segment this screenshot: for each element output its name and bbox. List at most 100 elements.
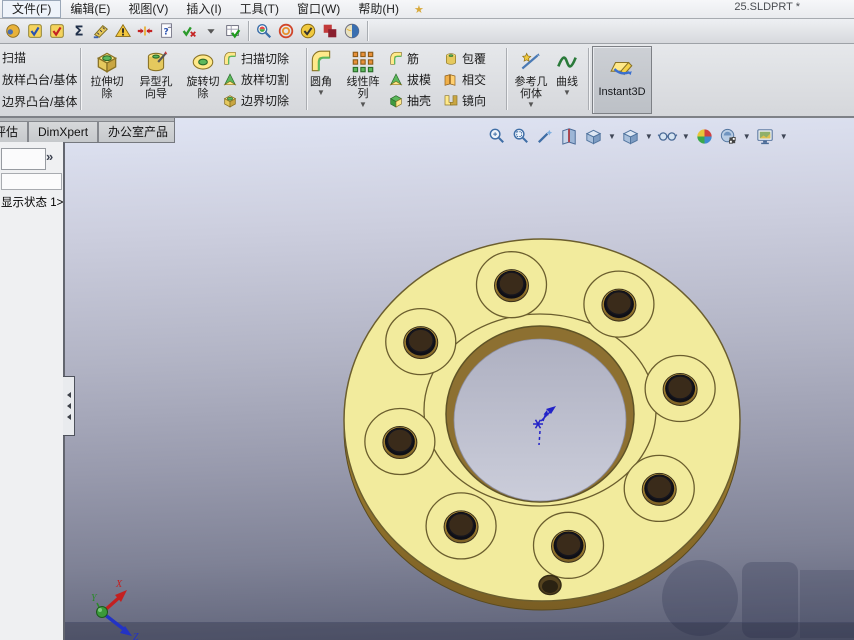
- intersect-button[interactable]: 相交: [443, 69, 486, 90]
- menu-window[interactable]: 窗口(W): [288, 1, 349, 17]
- shell-icon: [388, 93, 404, 109]
- menu-edit[interactable]: 编辑(E): [61, 1, 119, 17]
- revolved-cut-icon: [190, 49, 216, 75]
- feature-manager-panel: » 显示状态 1>: [0, 142, 65, 640]
- chevron-down-icon[interactable]: ▼: [550, 89, 584, 97]
- panel-collapse-handle[interactable]: [63, 376, 75, 436]
- chevron-down-icon[interactable]: ▼: [743, 132, 751, 141]
- tree-item-display-state[interactable]: 显示状态 1>: [1, 194, 63, 210]
- check-coin-icon[interactable]: [297, 20, 319, 42]
- fillet-button[interactable]: 圆角▼: [303, 46, 339, 114]
- menu-file[interactable]: 文件(F): [2, 0, 61, 18]
- wrap-button[interactable]: 包覆: [443, 48, 486, 69]
- boundary-cut-button[interactable]: 边界切除: [222, 90, 289, 111]
- mirror-button[interactable]: 镜向: [443, 90, 486, 111]
- menu-tools[interactable]: 工具(T): [231, 1, 288, 17]
- reference-triad: X Z Y: [80, 578, 150, 640]
- section-view-icon[interactable]: [559, 126, 580, 147]
- collapse-arrow-icon: [67, 392, 71, 398]
- swept-cut-button[interactable]: 扫描切除: [222, 48, 289, 69]
- boundary-boss-button[interactable]: 边界凸台/基体: [0, 91, 78, 113]
- command-manager: 扫描 放样凸台/基体 边界凸台/基体 拉伸切除 异型孔向导 旋转切除 扫描切除 …: [0, 44, 854, 118]
- curves-icon: [554, 49, 580, 75]
- view-orientation-icon[interactable]: [583, 126, 604, 147]
- toolbar-separator: [367, 21, 368, 41]
- instant3d-icon: [609, 56, 635, 82]
- lofted-cut-button[interactable]: 放样切割: [222, 69, 289, 90]
- rib-button[interactable]: 筋: [388, 48, 431, 69]
- reference-geometry-icon: [518, 49, 544, 75]
- shell-button[interactable]: 抽壳: [388, 90, 431, 111]
- checkbox-blue-icon[interactable]: [24, 20, 46, 42]
- render-sphere-icon[interactable]: [341, 20, 363, 42]
- chevron-down-icon[interactable]: ▼: [645, 132, 653, 141]
- reference-geometry-button[interactable]: 参考几何体 ▼: [510, 46, 552, 114]
- expand-panel-button[interactable]: »: [46, 149, 53, 164]
- chevron-down-icon[interactable]: ▼: [510, 101, 552, 109]
- chevron-down-icon[interactable]: ▼: [608, 132, 616, 141]
- extruded-cut-icon: [94, 49, 120, 75]
- gold-badge-icon[interactable]: [2, 20, 24, 42]
- cut-group: 扫描切除 放样切割 边界切除: [222, 48, 289, 111]
- dropdown-arrow-icon[interactable]: [200, 20, 222, 42]
- swept-cut-icon: [222, 51, 238, 67]
- warning-triangle-icon[interactable]: [112, 20, 134, 42]
- ribbon-separator: [506, 48, 507, 110]
- rib-icon: [388, 51, 404, 67]
- sweep-button[interactable]: 扫描: [0, 47, 78, 69]
- star-icon[interactable]: ★: [414, 3, 424, 16]
- menu-view[interactable]: 视图(V): [119, 1, 177, 17]
- display-style-icon[interactable]: [620, 126, 641, 147]
- zoom-area-icon[interactable]: [511, 126, 532, 147]
- table-check-icon[interactable]: [222, 20, 244, 42]
- chevron-down-icon[interactable]: ▼: [780, 132, 788, 141]
- magnifier-rainbow-icon[interactable]: [253, 20, 275, 42]
- hole-wizard-icon: [143, 49, 169, 75]
- chevron-down-icon[interactable]: ▼: [341, 101, 385, 109]
- linear-pattern-icon: [350, 49, 376, 75]
- sigma-icon[interactable]: [68, 20, 90, 42]
- loft-boss-button[interactable]: 放样凸台/基体: [0, 69, 78, 91]
- feature-group-1: 筋 拔模 抽壳: [388, 48, 431, 111]
- revolved-cut-button[interactable]: 旋转切除: [182, 46, 224, 114]
- draft-button[interactable]: 拔模: [388, 69, 431, 90]
- heads-up-view-toolbar: ▼ ▼ ▼ ▼ ▼: [487, 126, 789, 147]
- red-boxes-icon[interactable]: [319, 20, 341, 42]
- hole-wizard-button[interactable]: 异型孔向导: [131, 46, 181, 114]
- triad-z-label: Z: [133, 632, 139, 640]
- flange-model: [0, 118, 854, 640]
- chevron-down-icon[interactable]: ▼: [682, 132, 690, 141]
- graphics-area[interactable]: 评估 DimXpert 办公室产品 » 显示状态 1> ▼ ▼ ▼ ▼ ▼ X Z Y: [0, 118, 854, 640]
- zoom-fit-icon[interactable]: [487, 126, 508, 147]
- toolbar-separator: [248, 21, 249, 41]
- tab-office-products[interactable]: 办公室产品: [98, 121, 175, 142]
- collapse-arrow-icon: [67, 403, 71, 409]
- extruded-cut-button[interactable]: 拉伸切除: [84, 46, 130, 114]
- tab-evaluate[interactable]: 评估: [0, 121, 28, 142]
- magic-wand-icon[interactable]: [535, 126, 556, 147]
- triad-x-label: X: [115, 579, 123, 590]
- lofted-cut-icon: [222, 72, 238, 88]
- verify-check-icon[interactable]: [178, 20, 200, 42]
- edit-appearance-icon[interactable]: [694, 126, 715, 147]
- menu-insert[interactable]: 插入(I): [177, 1, 230, 17]
- hide-show-items-icon[interactable]: [657, 126, 678, 147]
- menu-bar: 文件(F) 编辑(E) 视图(V) 插入(I) 工具(T) 窗口(W) 帮助(H…: [0, 0, 854, 19]
- linear-pattern-button[interactable]: 线性阵列 ▼: [341, 46, 385, 114]
- collision-arrows-icon[interactable]: [134, 20, 156, 42]
- tab-dimxpert[interactable]: DimXpert: [28, 121, 98, 142]
- checkbox-red-icon[interactable]: [46, 20, 68, 42]
- file-question-icon[interactable]: [156, 20, 178, 42]
- target-rings-icon[interactable]: [275, 20, 297, 42]
- view-settings-icon[interactable]: [755, 126, 776, 147]
- measure-icon[interactable]: [90, 20, 112, 42]
- chevron-down-icon[interactable]: ▼: [303, 89, 339, 97]
- apply-scene-icon[interactable]: [718, 126, 739, 147]
- draft-icon: [388, 72, 404, 88]
- triad-y-label: Y: [91, 593, 98, 604]
- feature-manager-filter[interactable]: [1, 173, 62, 190]
- curves-button[interactable]: 曲线▼: [550, 46, 584, 114]
- feature-group-2: 包覆 相交 镜向: [443, 48, 486, 111]
- menu-help[interactable]: 帮助(H): [349, 1, 408, 17]
- instant3d-button[interactable]: Instant3D: [592, 46, 652, 114]
